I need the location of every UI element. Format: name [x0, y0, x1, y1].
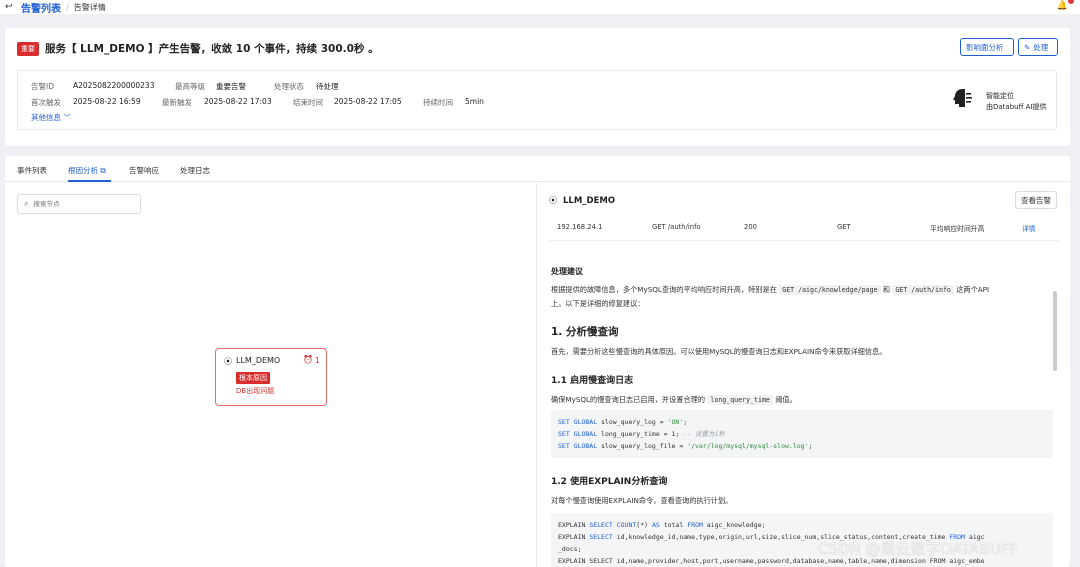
level-value: 重要告警	[216, 82, 246, 91]
enable-code: long_query_time	[707, 395, 773, 405]
breadcrumb-alert-detail: 告警详情	[73, 2, 106, 12]
enable-slow-log-paragraph: 确保MySQL的慢查询日志已启用，并设置合理的 long_query_time …	[551, 393, 1051, 407]
service-target-icon: ⦿	[549, 196, 557, 205]
tab-event-list[interactable]: 事件列表	[17, 165, 47, 176]
code-block-slow-log: SET GLOBAL slow_query_log = 'ON'; SET GL…	[551, 410, 1053, 458]
target-icon: ⦿	[224, 357, 232, 366]
detail-scrollbar[interactable]	[1053, 291, 1057, 371]
status-label: 处理状态	[274, 82, 304, 91]
code1-line1: SET GLOBAL slow_query_log = 'ON';	[558, 418, 688, 426]
explain-paragraph: 对每个慢查询使用EXPLAIN命令，查看查询的执行计划。	[551, 496, 733, 505]
heading-analyze-slow-query: 1. 分析慢查询	[551, 326, 619, 338]
ai-provider-note: 由Databuff AI提供	[986, 103, 1047, 111]
breadcrumb-separator: /	[66, 2, 69, 12]
row-status-code: 200	[744, 223, 757, 231]
impact-analysis-button[interactable]: 影响面分析	[960, 38, 1014, 56]
code2-line3: _docs;	[558, 545, 582, 553]
impact-analysis-label: 影响面分析	[966, 42, 1004, 52]
view-alert-button[interactable]: 查看告警	[1015, 191, 1057, 209]
alert-info-box: 告警ID A2025082200000233 最高等级 重要告警 处理状态 待处…	[17, 70, 1057, 130]
heading-explain: 1.2 使用EXPLAIN分析查询	[551, 477, 668, 487]
alert-header-card: 重要 服务【 LLM_DEMO 】产生告警，收敛 10 个事件，持续 300.0…	[5, 28, 1070, 146]
intro-text-a: 根据提供的故障信息，多个MySQL查询的平均响应时间升高，特别是在	[551, 285, 777, 294]
detail-pane: ⦿ LLM_DEMO 查看告警 192.168.24.1 GET /auth/i…	[536, 183, 1070, 567]
node-search-input[interactable]	[33, 200, 134, 208]
notification-bell-icon[interactable]: 🔔	[1057, 1, 1068, 11]
heading-enable-slow-log: 1.1 启用慢查询日志	[551, 376, 634, 386]
row-method: GET	[837, 223, 851, 231]
tab-root-cause[interactable]: 根因分析 ⧉	[68, 165, 106, 176]
notification-badge	[1068, 0, 1074, 4]
duration-label: 持续时间	[423, 98, 453, 107]
intro-and: 和	[882, 285, 891, 294]
service-node[interactable]: ⦿ LLM_DEMO ⏰ 1 根本原因 DB出现问题	[215, 348, 327, 406]
node-search-box[interactable]: ⌕	[17, 194, 141, 214]
ai-locate-title: 智能定位	[986, 92, 1014, 100]
row-detail-link[interactable]: 详情	[1022, 223, 1036, 233]
row-issue: 平均响应时间升高	[930, 225, 985, 233]
latest-trigger-label: 最新触发	[162, 98, 192, 107]
detail-service-name: LLM_DEMO	[563, 196, 616, 206]
code1-line2: SET GLOBAL long_query_time = 1; -- 设置为1秒	[558, 430, 725, 438]
severity-tag: 重要	[17, 42, 39, 56]
intro-paragraph: 根据提供的故障信息，多个MySQL查询的平均响应时间升高，特别是在 GET /a…	[551, 283, 1051, 311]
top-bar: ↩ 告警列表 / 告警详情 🔔	[0, 0, 1080, 15]
alert-title: 服务【 LLM_DEMO 】产生告警，收敛 10 个事件，持续 300.0秒 。	[45, 43, 379, 55]
view-alert-label: 查看告警	[1021, 195, 1051, 205]
enable-text-b: 阈值。	[775, 395, 797, 404]
root-cause-tag: 根本原因	[236, 372, 270, 384]
tab-handle-log[interactable]: 处理日志	[180, 165, 210, 176]
more-info-label: 其他信息	[31, 113, 61, 122]
intro-text-c: 上。以下是详细的修复建议：	[551, 299, 645, 308]
alarm-icon: ⏰	[303, 355, 313, 364]
row-divider	[549, 240, 1059, 241]
code2-line1: EXPLAIN SELECT COUNT(*) AS total FROM ai…	[558, 521, 766, 529]
first-trigger-label: 首次触发	[31, 98, 61, 107]
handle-button[interactable]: ✎ 处理	[1018, 38, 1058, 56]
edit-icon: ✎	[1024, 42, 1031, 52]
node-alert-count: 1	[315, 356, 320, 365]
alert-id-label: 告警ID	[31, 82, 54, 91]
code1-line3: SET GLOBAL slow_query_log_file = '/var/l…	[558, 442, 813, 450]
row-endpoint: GET /auth/info	[652, 223, 701, 231]
search-icon: ⌕	[24, 199, 29, 208]
intro-text-b: 这两个API	[956, 285, 990, 294]
duration-value: 5min	[465, 97, 484, 106]
root-cause-description: DB出现问题	[236, 387, 275, 395]
external-link-icon: ⧉	[100, 166, 106, 175]
more-info-toggle[interactable]: 其他信息 ﹀	[31, 112, 71, 123]
level-label: 最高等级	[175, 82, 205, 91]
breadcrumb-alert-list[interactable]: 告警列表	[21, 0, 61, 15]
status-value: 待处理	[316, 82, 339, 91]
analyze-paragraph: 首先，需要分析这些慢查询的具体原因。可以使用MySQL的慢查询日志和EXPLAI…	[551, 347, 887, 356]
end-time-value: 2025-08-22 17:05	[334, 97, 402, 106]
chevron-down-icon: ﹀	[63, 113, 71, 122]
end-time-label: 结束时间	[293, 98, 323, 107]
enable-text-a: 确保MySQL的慢查询日志已启用，并设置合理的	[551, 395, 706, 404]
alert-id-value: A2025082200000233	[73, 81, 155, 90]
handle-label: 处理	[1033, 42, 1049, 52]
tab-alert-response[interactable]: 告警响应	[129, 165, 159, 176]
watermark: CSDN @乘云数字DATABUFF	[818, 540, 1018, 558]
main-card: 事件列表 根因分析 ⧉ 告警响应 处理日志 ⌕ ⦿ LLM_DEMO ⏰ 1 根…	[5, 156, 1070, 567]
suggestion-heading: 处理建议	[551, 267, 583, 276]
tab-root-cause-label: 根因分析	[68, 166, 98, 175]
intro-code-2: GET /auth/info	[892, 285, 954, 295]
first-trigger-value: 2025-08-22 16:59	[73, 97, 141, 106]
tab-bar: 事件列表 根因分析 ⧉ 告警响应 处理日志	[5, 156, 1070, 182]
ai-head-icon	[953, 89, 972, 107]
row-ip: 192.168.24.1	[557, 223, 603, 231]
node-name: LLM_DEMO	[236, 356, 281, 365]
latest-trigger-value: 2025-08-22 17:03	[204, 97, 272, 106]
intro-code-1: GET /aigc/knowledge/page	[779, 285, 881, 295]
active-tab-indicator	[68, 180, 111, 182]
back-arrow-icon[interactable]: ↩	[5, 2, 15, 12]
topology-pane: ⌕ ⦿ LLM_DEMO ⏰ 1 根本原因 DB出现问题	[5, 183, 536, 567]
